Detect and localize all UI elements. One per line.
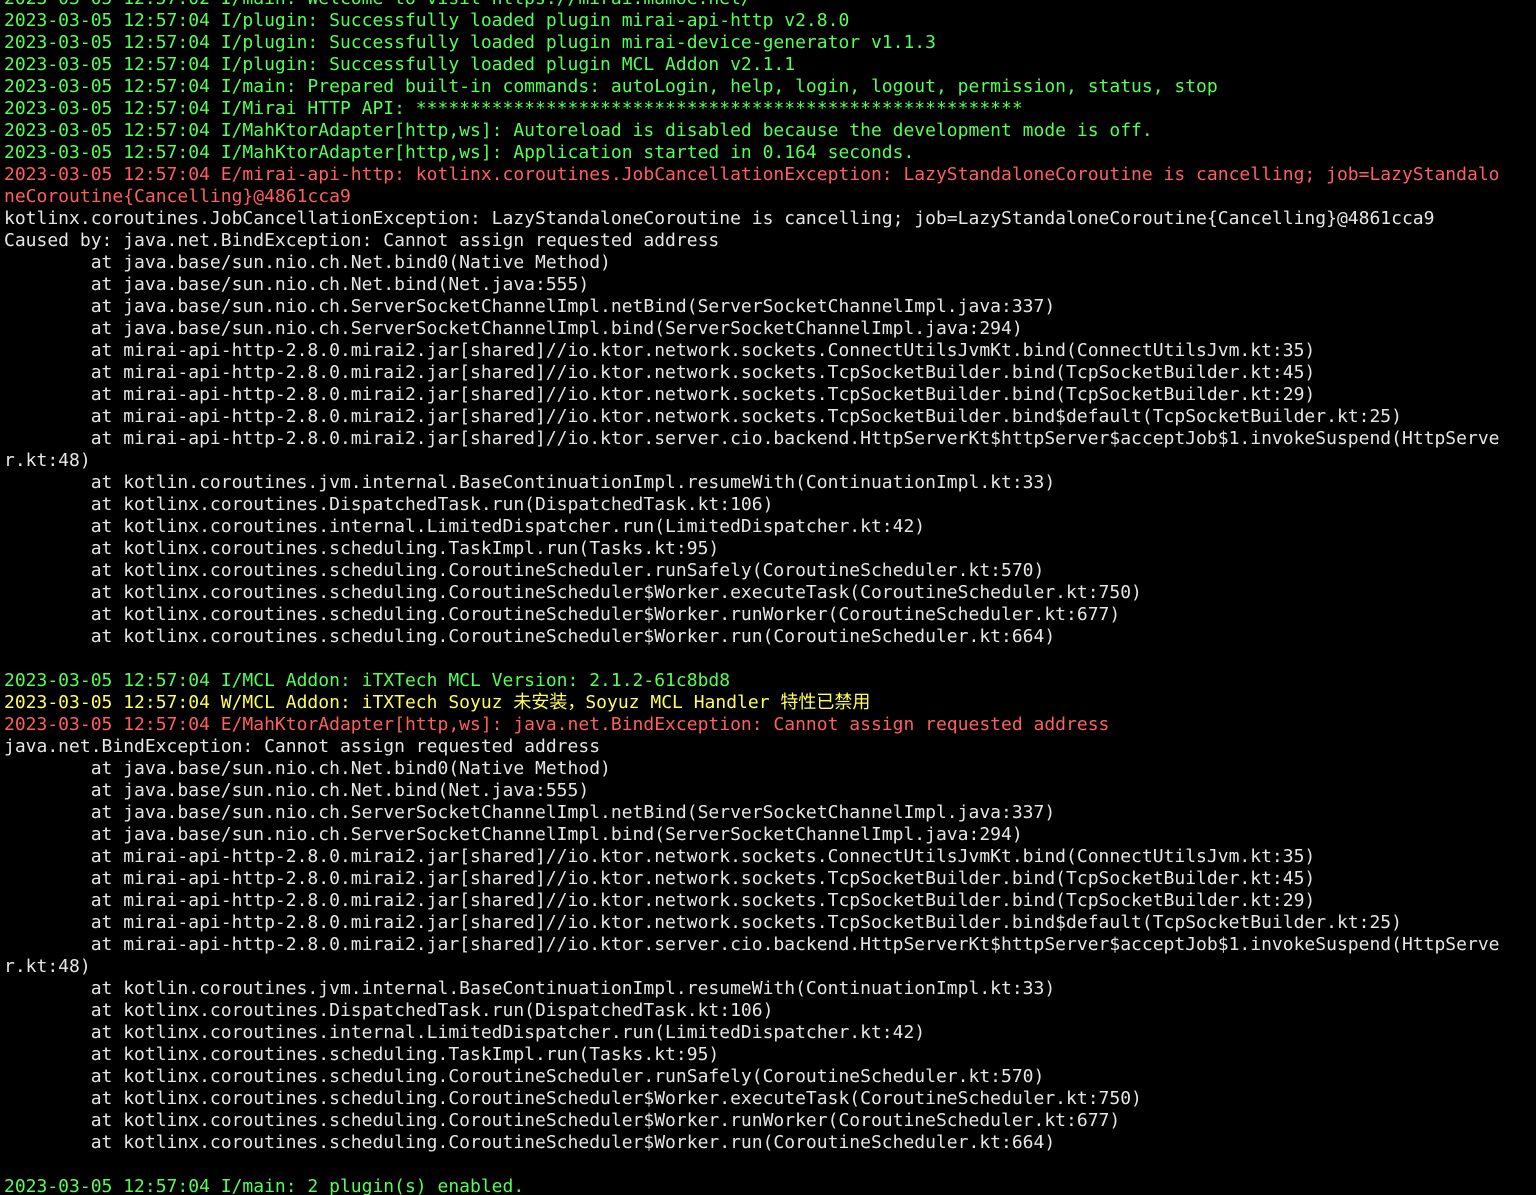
log-line-stacktrace: at kotlin.coroutines.jvm.internal.BaseCo…	[4, 472, 1056, 493]
log-line-info: 2023-03-05 12:57:04 I/plugin: Successful…	[4, 54, 796, 75]
log-line-stacktrace: at java.base/sun.nio.ch.ServerSocketChan…	[4, 824, 1023, 845]
log-line-error: neCoroutine{Cancelling}@4861cca9	[4, 186, 351, 207]
log-line-stacktrace: at java.base/sun.nio.ch.ServerSocketChan…	[4, 318, 1023, 339]
console-output: 2023-03-05 12:57:02 I/main: Welcome to v…	[4, 0, 1532, 1195]
log-line-info: 2023-03-05 12:57:04 I/Mirai HTTP API: **…	[4, 98, 1023, 119]
log-line-stacktrace: at mirai-api-http-2.8.0.mirai2.jar[share…	[4, 406, 1402, 427]
log-line-stacktrace: at mirai-api-http-2.8.0.mirai2.jar[share…	[4, 362, 1316, 383]
log-line-stacktrace: java.net.BindException: Cannot assign re…	[4, 736, 601, 757]
log-line-info: 2023-03-05 12:57:04 I/MahKtorAdapter[htt…	[4, 142, 915, 163]
log-line-error: 2023-03-05 12:57:04 E/MahKtorAdapter[htt…	[4, 714, 1110, 735]
log-line-stacktrace: at kotlinx.coroutines.DispatchedTask.run…	[4, 1000, 774, 1021]
log-line-info: 2023-03-05 12:57:04 I/MCL Addon: iTXTech…	[4, 670, 731, 691]
log-line-info: 2023-03-05 12:57:02 I/main: Welcome to v…	[4, 0, 1532, 10]
log-line-info: 2023-03-05 12:57:04 I/MahKtorAdapter[htt…	[4, 120, 1153, 141]
log-line-stacktrace: at mirai-api-http-2.8.0.mirai2.jar[share…	[4, 934, 1500, 955]
log-line-stacktrace: at kotlinx.coroutines.internal.LimitedDi…	[4, 1022, 926, 1043]
log-line-stacktrace: Caused by: java.net.BindException: Canno…	[4, 230, 720, 251]
log-line-stacktrace: at kotlinx.coroutines.scheduling.Corouti…	[4, 626, 1056, 647]
log-line-stacktrace: at java.base/sun.nio.ch.Net.bind(Net.jav…	[4, 780, 590, 801]
log-line-stacktrace: at mirai-api-http-2.8.0.mirai2.jar[share…	[4, 340, 1316, 361]
log-line-stacktrace: at kotlin.coroutines.jvm.internal.BaseCo…	[4, 978, 1056, 999]
log-line-stacktrace: at java.base/sun.nio.ch.Net.bind0(Native…	[4, 252, 611, 273]
log-line-blank	[4, 648, 1532, 670]
log-line-stacktrace: at mirai-api-http-2.8.0.mirai2.jar[share…	[4, 846, 1316, 867]
log-line-stacktrace: at kotlinx.coroutines.DispatchedTask.run…	[4, 494, 774, 515]
log-line-stacktrace: at kotlinx.coroutines.scheduling.TaskImp…	[4, 538, 720, 559]
log-line-blank	[4, 1154, 1532, 1176]
log-line-stacktrace: at mirai-api-http-2.8.0.mirai2.jar[share…	[4, 428, 1500, 449]
log-line-stacktrace: at java.base/sun.nio.ch.Net.bind0(Native…	[4, 758, 611, 779]
log-line-stacktrace: at java.base/sun.nio.ch.ServerSocketChan…	[4, 802, 1056, 823]
log-line-stacktrace: at kotlinx.coroutines.scheduling.Corouti…	[4, 1066, 1045, 1087]
log-line-stacktrace: at mirai-api-http-2.8.0.mirai2.jar[share…	[4, 868, 1316, 889]
log-line-info: 2023-03-05 12:57:04 I/plugin: Successful…	[4, 32, 936, 53]
log-line-stacktrace: at kotlinx.coroutines.scheduling.TaskImp…	[4, 1044, 720, 1065]
log-line-stacktrace: at mirai-api-http-2.8.0.mirai2.jar[share…	[4, 890, 1316, 911]
log-line-stacktrace: at java.base/sun.nio.ch.ServerSocketChan…	[4, 296, 1056, 317]
log-line-stacktrace: at kotlinx.coroutines.scheduling.Corouti…	[4, 560, 1045, 581]
log-line-info: 2023-03-05 12:57:04 I/main: 2 plugin(s) …	[4, 1176, 525, 1195]
log-line-info: 2023-03-05 12:57:04 I/main: Prepared bui…	[4, 76, 1218, 97]
log-line-stacktrace: at kotlinx.coroutines.scheduling.Corouti…	[4, 1088, 1142, 1109]
log-line-stacktrace: kotlinx.coroutines.JobCancellationExcept…	[4, 208, 1435, 229]
log-line-info: 2023-03-05 12:57:04 I/plugin: Successful…	[4, 10, 850, 31]
log-line-stacktrace: at kotlinx.coroutines.scheduling.Corouti…	[4, 1132, 1056, 1153]
terminal-window[interactable]: 2023-03-05 12:57:02 I/main: Welcome to v…	[0, 0, 1536, 1195]
log-line-stacktrace: r.kt:48)	[4, 450, 91, 471]
log-line-stacktrace: at kotlinx.coroutines.scheduling.Corouti…	[4, 604, 1121, 625]
log-line-error: 2023-03-05 12:57:04 E/mirai-api-http: ko…	[4, 164, 1500, 185]
log-line-stacktrace: at mirai-api-http-2.8.0.mirai2.jar[share…	[4, 384, 1316, 405]
log-line-stacktrace: r.kt:48)	[4, 956, 91, 977]
log-line-stacktrace: at kotlinx.coroutines.scheduling.Corouti…	[4, 1110, 1121, 1131]
log-line-stacktrace: at kotlinx.coroutines.scheduling.Corouti…	[4, 582, 1142, 603]
log-line-stacktrace: at mirai-api-http-2.8.0.mirai2.jar[share…	[4, 912, 1402, 933]
log-line-stacktrace: at kotlinx.coroutines.internal.LimitedDi…	[4, 516, 926, 537]
log-line-stacktrace: at java.base/sun.nio.ch.Net.bind(Net.jav…	[4, 274, 590, 295]
log-line-warning: 2023-03-05 12:57:04 W/MCL Addon: iTXTech…	[4, 692, 871, 713]
